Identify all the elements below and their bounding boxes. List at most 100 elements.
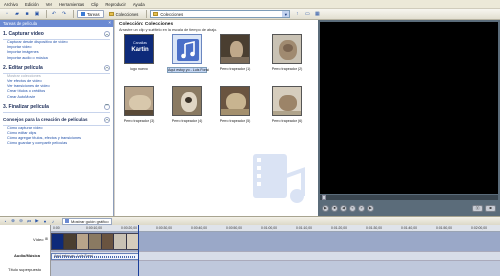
chevron-up-icon[interactable]: ︿ bbox=[104, 31, 110, 37]
menu-edicion[interactable]: Edición bbox=[25, 2, 39, 7]
menu-ver[interactable]: Ver bbox=[46, 2, 52, 7]
snapshot-icon[interactable]: ◙ bbox=[485, 204, 496, 212]
clip-caption: Perro trapeador (6) bbox=[271, 119, 303, 123]
tasks-label: Tareas bbox=[87, 11, 100, 17]
folder-icon bbox=[153, 12, 159, 16]
task-link[interactable]: Cómo guardar y compartir películas bbox=[3, 141, 110, 146]
section-title[interactable]: Consejos para la creación de películas ︿ bbox=[3, 116, 110, 126]
video-thumbnail bbox=[124, 86, 154, 116]
redo-icon[interactable]: ↷ bbox=[60, 10, 68, 18]
chevron-up-icon[interactable]: ︿ bbox=[104, 116, 110, 123]
collections-label: Colecciones bbox=[115, 11, 139, 17]
up-folder-icon[interactable]: ↑ bbox=[293, 10, 301, 18]
track-labels: Vídeo ⊞ Audio/Música Título superpuesto bbox=[0, 225, 51, 276]
menu-reproducir[interactable]: Reproducir bbox=[105, 2, 125, 7]
collections-button[interactable]: Colecciones bbox=[107, 10, 141, 18]
track-label-video: Vídeo bbox=[33, 237, 44, 242]
time-ruler[interactable]: 0:00 0:00:10,00 0:00:20,00 0:00:30,00 0:… bbox=[51, 225, 500, 232]
task-link[interactable]: Importar audio o música bbox=[3, 56, 110, 61]
new-project-icon[interactable]: ▫ bbox=[3, 10, 11, 18]
rewind-timeline-icon[interactable]: ⏮ bbox=[26, 218, 32, 224]
section-title-text: Consejos para la creación de películas bbox=[3, 117, 88, 123]
main-toolbar: ▫ ▰ ■ ▣ ↶ ↷ Tareas Colecciones Coleccion… bbox=[0, 9, 500, 20]
folder-icon bbox=[108, 12, 114, 16]
previous-frame-icon[interactable]: ◀ bbox=[340, 204, 347, 212]
movie-tasks-title: Tareas de película bbox=[3, 21, 37, 26]
set-audio-levels-icon[interactable]: ◔ bbox=[2, 218, 8, 224]
show-storyboard-button[interactable]: Mostrar guión gráfico bbox=[62, 217, 112, 225]
time-tick: 0:01:10,00 bbox=[296, 226, 313, 230]
clip-item[interactable]: Perro trapeador (6) bbox=[267, 86, 307, 123]
clip-frame[interactable] bbox=[76, 234, 90, 249]
clip-item[interactable]: Perro trapeador (2) bbox=[267, 34, 307, 71]
play-timeline-icon[interactable]: ▶ bbox=[34, 218, 40, 224]
time-tick: 0:00:10,00 bbox=[86, 226, 103, 230]
clip-frame[interactable] bbox=[101, 234, 115, 249]
expand-icon[interactable]: ⊞ bbox=[45, 237, 48, 241]
video-clip-strip[interactable] bbox=[51, 233, 139, 250]
clip-frame[interactable] bbox=[89, 234, 102, 249]
seek-handle[interactable] bbox=[322, 195, 326, 200]
waveform bbox=[54, 256, 136, 258]
new-folder-icon[interactable]: ▭ bbox=[303, 10, 311, 18]
menu-archivo[interactable]: Archivo bbox=[4, 2, 18, 7]
rewind-icon[interactable]: « bbox=[349, 204, 356, 212]
music-note-icon bbox=[177, 39, 199, 61]
clip-item[interactable]: Aqui estoy yo - Luis Fonsi bbox=[167, 34, 209, 73]
time-tick: 0:00:40,00 bbox=[191, 226, 208, 230]
clip-item[interactable]: Perro trapeador (1) bbox=[215, 34, 255, 71]
clip-frame[interactable] bbox=[114, 234, 127, 249]
audio-track[interactable]: Aqui estoy yo - Luis Fonsi bbox=[51, 251, 500, 260]
movie-tasks-pane: Tareas de película × 1. Capturar vídeo ︿… bbox=[0, 20, 114, 216]
clip-frame[interactable] bbox=[64, 234, 77, 249]
save-movie-icon[interactable]: ▣ bbox=[33, 10, 41, 18]
clip-item[interactable]: Canallas Kartin lugo nuevo bbox=[119, 34, 159, 71]
menu-herramientas[interactable]: Herramientas bbox=[59, 2, 84, 7]
clip-caption: Perro trapeador (3) bbox=[123, 119, 155, 123]
seek-bar[interactable] bbox=[320, 195, 498, 200]
clip-frame[interactable] bbox=[126, 234, 138, 249]
split-clip-icon[interactable]: ▯▯ bbox=[472, 204, 483, 212]
collection-title: Colección: Colecciones bbox=[119, 22, 174, 27]
menu-ayuda[interactable]: Ayuda bbox=[133, 2, 145, 7]
clip-item[interactable]: Perro trapeador (3) bbox=[119, 86, 159, 123]
menu-clip[interactable]: Clip bbox=[91, 2, 98, 7]
tasks-button[interactable]: Tareas bbox=[77, 10, 104, 18]
close-icon[interactable]: × bbox=[108, 20, 111, 25]
time-tick: 0:00 bbox=[53, 226, 60, 230]
playback-controls: ▶ ■ ◀ « » ▶ ▯▯ ◙ bbox=[320, 202, 498, 214]
toolbar-separator bbox=[146, 10, 148, 18]
save-project-icon[interactable]: ■ bbox=[23, 10, 31, 18]
clip-item[interactable]: Perro trapeador (5) bbox=[215, 86, 255, 123]
title-overlay-track[interactable] bbox=[51, 260, 500, 276]
narrate-icon[interactable]: ● bbox=[42, 218, 48, 224]
next-frame-icon[interactable]: ▶ bbox=[367, 204, 374, 212]
section-title[interactable]: 3. Finalizar película ﹀ bbox=[3, 103, 110, 113]
time-tick: 0:00:20,00 bbox=[121, 226, 138, 230]
section-title[interactable]: 2. Editar película ︿ bbox=[3, 64, 110, 74]
clip-item[interactable]: Perro trapeador (4) bbox=[167, 86, 207, 123]
menu-bar: Archivo Edición Ver Herramientas Clip Re… bbox=[0, 0, 500, 9]
zoom-out-icon[interactable]: ⊖ bbox=[18, 218, 24, 224]
task-link[interactable]: Crear AutoMovie bbox=[3, 95, 110, 100]
audio-clip[interactable]: Aqui estoy yo - Luis Fonsi bbox=[51, 253, 139, 260]
collection-hint: Arrastre un clip y suéltelo en la escala… bbox=[119, 28, 218, 32]
zoom-in-icon[interactable]: ⊕ bbox=[10, 218, 16, 224]
forward-icon[interactable]: » bbox=[358, 204, 365, 212]
section-title[interactable]: 1. Capturar vídeo ︿ bbox=[3, 31, 110, 40]
chevron-down-icon[interactable]: ▼ bbox=[282, 11, 290, 17]
collection-dropdown[interactable]: Colecciones ▼ bbox=[150, 10, 291, 18]
views-icon[interactable]: ▦ bbox=[313, 10, 321, 18]
play-icon[interactable]: ▶ bbox=[322, 204, 329, 212]
microphone-icon[interactable]: ♪ bbox=[50, 218, 56, 224]
undo-icon[interactable]: ↶ bbox=[50, 10, 58, 18]
clip-frame[interactable] bbox=[52, 234, 65, 249]
stop-icon[interactable]: ■ bbox=[331, 204, 338, 212]
playhead[interactable] bbox=[138, 225, 139, 276]
chevron-up-icon[interactable]: ︿ bbox=[104, 64, 110, 71]
open-project-icon[interactable]: ▰ bbox=[13, 10, 21, 18]
movie-tasks-header: Tareas de película × bbox=[0, 20, 113, 27]
video-track[interactable] bbox=[51, 232, 500, 251]
chevron-down-icon[interactable]: ﹀ bbox=[104, 103, 110, 110]
section-title-text: 1. Capturar vídeo bbox=[3, 31, 44, 37]
